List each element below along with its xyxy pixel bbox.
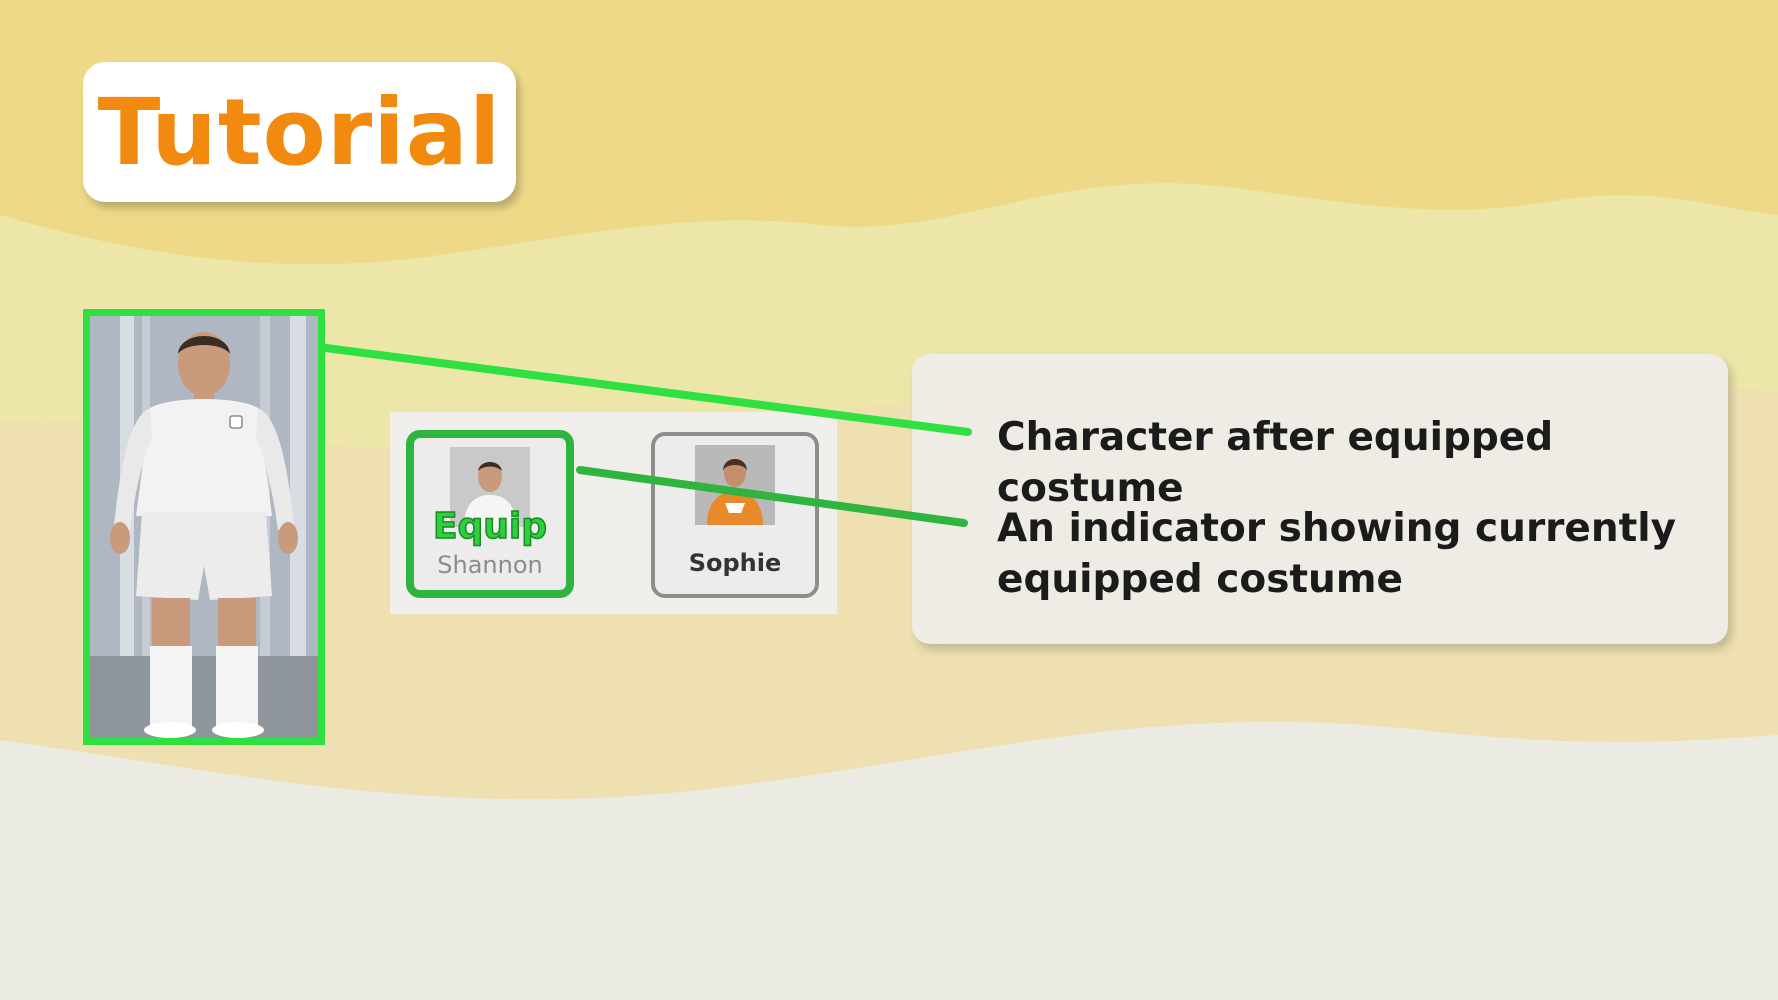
costume-slot-shannon[interactable]: Equip Shannon (406, 430, 574, 598)
equipped-indicator: Equip (432, 505, 548, 548)
annotation-panel: Character after equipped costume An indi… (912, 354, 1728, 644)
annotation-indicator: An indicator showing currently equipped … (997, 506, 1677, 602)
annotation-character: Character after equipped costume (997, 415, 1554, 511)
tutorial-title-card: Tutorial (83, 62, 516, 202)
costume-name-sophie: Sophie (688, 549, 782, 577)
character-figure (90, 316, 318, 738)
costume-name-shannon: Shannon (437, 551, 543, 579)
costume-picker: Equip Shannon Sophie (390, 412, 837, 614)
sophie-thumbnail (695, 445, 775, 525)
page-title: Tutorial (97, 78, 502, 186)
character-preview (83, 309, 325, 745)
costume-slot-sophie[interactable]: Sophie (651, 432, 819, 598)
